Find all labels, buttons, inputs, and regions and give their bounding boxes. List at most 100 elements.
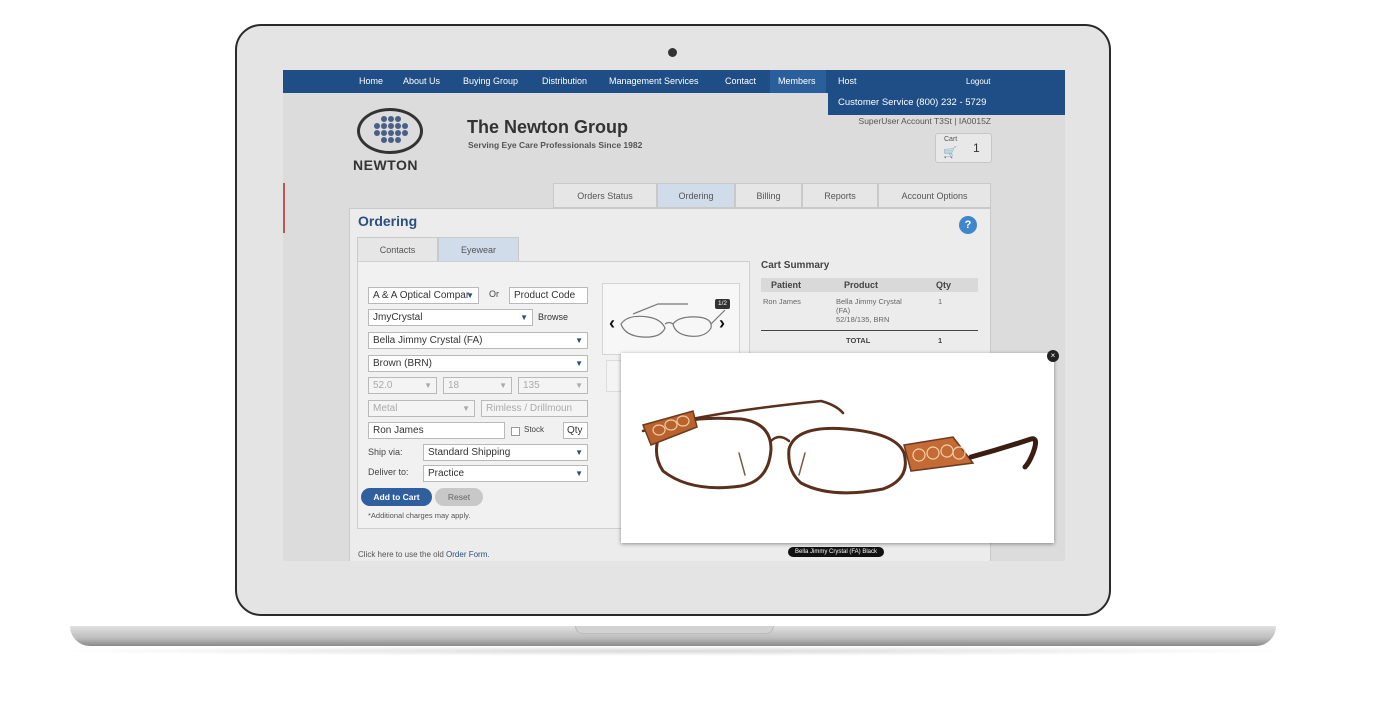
color-select[interactable]: Brown (BRN) ▼	[368, 355, 588, 372]
left-accent	[283, 183, 285, 233]
chevron-down-icon: ▼	[575, 448, 583, 457]
site-title: The Newton Group	[467, 117, 628, 137]
cart-count: 1	[973, 141, 980, 155]
logo-dots-icon	[374, 116, 408, 143]
chevron-down-icon: ▼	[575, 359, 583, 368]
qty-placeholder: Qty	[567, 425, 583, 436]
patient-value: Ron James	[373, 425, 424, 436]
qty-input[interactable]: Qty	[563, 422, 588, 439]
ship-via-label: Ship via:	[368, 447, 403, 457]
nav-item-buying-group[interactable]: Buying Group	[463, 76, 518, 86]
cart-summary-title: Cart Summary	[761, 260, 830, 271]
logo-emblem	[357, 108, 423, 154]
add-to-cart-button[interactable]: Add to Cart	[361, 488, 432, 506]
chevron-down-icon: ▼	[424, 381, 432, 390]
deliver-to-label: Deliver to:	[368, 467, 409, 477]
eyeglasses-image	[641, 399, 1039, 495]
bridge-select[interactable]: 18 ▼	[443, 377, 512, 394]
frame-image-popup	[621, 353, 1054, 543]
order-form-link[interactable]: Order Form	[446, 550, 487, 559]
subtab-contacts[interactable]: Contacts	[357, 237, 438, 262]
product-code-input[interactable]: Product Code	[509, 287, 588, 304]
stock-checkbox[interactable]	[511, 427, 520, 436]
tab-ordering[interactable]: Ordering	[657, 183, 735, 208]
nav-item-about-us[interactable]: About Us	[403, 76, 440, 86]
deliver-to-value: Practice	[428, 468, 465, 479]
stock-label: Stock	[524, 425, 545, 434]
subtab-eyewear[interactable]: Eyewear	[438, 237, 519, 262]
summary-header-qty: Qty	[936, 280, 952, 290]
deliver-to-select[interactable]: Practice ▼	[423, 465, 588, 482]
rim-select[interactable]: Rimless / Drillmoun	[481, 400, 588, 417]
tab-orders-status[interactable]: Orders Status	[553, 183, 657, 208]
product-code-placeholder: Product Code	[514, 290, 576, 301]
browse-link[interactable]: Browse	[538, 312, 568, 322]
nav-item-home[interactable]: Home	[359, 76, 383, 86]
popup-caption: Bella Jimmy Crystal (FA) Black	[788, 547, 885, 557]
summary-divider	[761, 330, 978, 331]
vendor-value: A & A Optical Compar	[373, 290, 470, 301]
chevron-down-icon: ▼	[575, 381, 583, 390]
vendor-select[interactable]: A & A Optical Compar ▼	[368, 287, 479, 304]
summary-header-patient: Patient	[771, 280, 802, 290]
chevron-down-icon: ▼	[575, 469, 583, 478]
frame-select[interactable]: Bella Jimmy Crystal (FA) ▼	[368, 332, 588, 349]
laptop-shadow	[40, 646, 1310, 656]
ship-via-value: Standard Shipping	[428, 447, 511, 458]
chevron-right-icon[interactable]: ›	[719, 313, 725, 334]
nav-item-members[interactable]: Members	[778, 76, 816, 86]
temple-value: 135	[523, 380, 540, 391]
summary-total-label: TOTAL	[846, 336, 871, 345]
laptop-base-notch	[575, 626, 774, 634]
summary-row-qty: 1	[938, 297, 943, 306]
nav-item-contact[interactable]: Contact	[725, 76, 756, 86]
panel-title: Ordering	[358, 213, 418, 229]
color-value: Brown (BRN)	[373, 358, 432, 369]
charges-note: *Additional charges may apply.	[368, 511, 471, 520]
account-info: SuperUser Account T3St | IA0015Z	[858, 116, 991, 126]
newton-logo[interactable]: NEWTON	[353, 108, 435, 176]
summary-total-qty: 1	[938, 336, 943, 345]
site-tagline: Serving Eye Care Professionals Since 198…	[468, 140, 643, 150]
chevron-down-icon: ▼	[520, 313, 528, 322]
ship-via-select[interactable]: Standard Shipping ▼	[423, 444, 588, 461]
chevron-down-icon: ▼	[462, 404, 470, 413]
patient-input[interactable]: Ron James	[368, 422, 505, 439]
summary-row-patient: Ron James	[763, 297, 801, 306]
nav-item-management-services[interactable]: Management Services	[609, 76, 699, 86]
old-order-form-text: Click here to use the old Order Form.	[358, 550, 490, 559]
nav-item-host[interactable]: Host	[838, 76, 857, 86]
or-label: Or	[489, 289, 499, 299]
chevron-left-icon[interactable]: ‹	[609, 313, 615, 334]
frame-value: Bella Jimmy Crystal (FA)	[373, 335, 483, 346]
cart-icon: 🛒	[943, 147, 957, 159]
material-select[interactable]: Metal ▼	[368, 400, 475, 417]
material-value: Metal	[373, 403, 398, 414]
eye-size-select[interactable]: 52.0 ▼	[368, 377, 437, 394]
temple-select[interactable]: 135 ▼	[518, 377, 588, 394]
summary-header-product: Product	[844, 280, 879, 290]
logout-link[interactable]: Logout	[966, 77, 990, 86]
summary-row-product-line1: Bella Jimmy Crystal	[836, 297, 902, 306]
tab-account-options[interactable]: Account Options	[878, 183, 991, 208]
cart-label: Cart	[944, 136, 958, 143]
tab-reports[interactable]: Reports	[802, 183, 878, 208]
rim-value: Rimless / Drillmoun	[486, 403, 573, 414]
summary-row-product-line2: (FA)	[836, 306, 851, 315]
chevron-down-icon: ▼	[466, 291, 474, 300]
image-counter-badge: 1/2	[715, 299, 731, 309]
screen: Home About Us Buying Group Distribution …	[283, 70, 1065, 561]
reset-button[interactable]: Reset	[435, 488, 483, 506]
chevron-down-icon: ▼	[575, 336, 583, 345]
help-icon[interactable]: ?	[959, 216, 977, 234]
summary-row-product-line3: 52/18/135, BRN	[836, 315, 890, 324]
logo-wordmark: NEWTON	[353, 157, 418, 173]
footer-suffix: .	[487, 550, 490, 559]
tab-billing[interactable]: Billing	[735, 183, 802, 208]
collection-select[interactable]: JmyCrystal ▼	[368, 309, 533, 326]
customer-service-phone: Customer Service (800) 232 - 5729	[838, 97, 987, 108]
nav-item-distribution[interactable]: Distribution	[542, 76, 587, 86]
cart-button[interactable]: Cart 🛒 1	[935, 133, 992, 163]
close-icon[interactable]: ×	[1047, 350, 1059, 362]
camera-icon	[668, 48, 677, 57]
